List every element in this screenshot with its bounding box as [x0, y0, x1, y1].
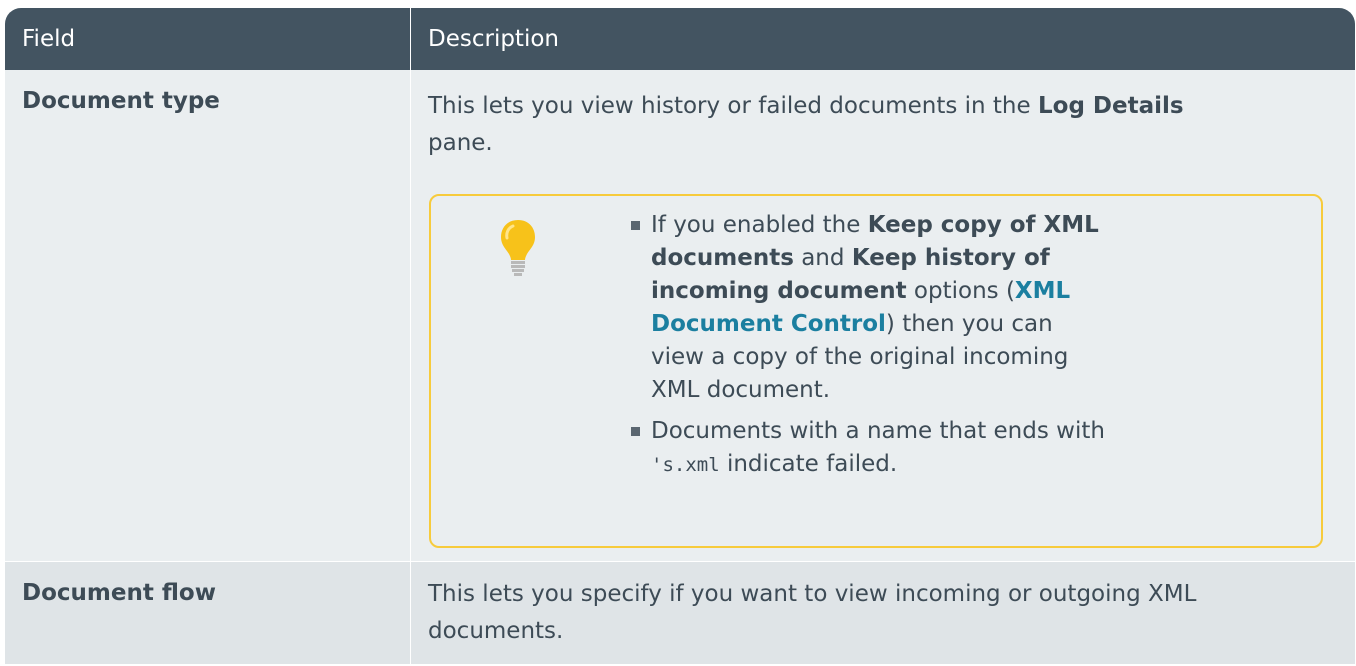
filename-suffix-code: 's.xml: [651, 454, 720, 476]
description-text: This lets you view history or failed doc…: [428, 93, 1038, 119]
tip-text: If you enabled the: [651, 212, 868, 238]
tip-list: If you enabled the Keep copy of XML docu…: [631, 209, 1111, 490]
header-field: Field: [22, 26, 76, 52]
lightbulb-icon: [501, 220, 535, 276]
tip-item: Documents with a name that ends with 's.…: [631, 415, 1111, 482]
description-text-cont: pane.: [428, 130, 493, 156]
bullet-marker: [631, 427, 640, 436]
tip-text: options (: [906, 278, 1015, 304]
header-description: Description: [410, 8, 1355, 70]
tip-text: Documents with a name that ends with: [651, 418, 1105, 444]
tip-callout: If you enabled the Keep copy of XML docu…: [429, 194, 1323, 548]
table-row: Document flow This lets you specify if y…: [5, 561, 1355, 664]
tip-text: indicate failed.: [719, 451, 898, 477]
bullet-marker: [631, 221, 640, 230]
tip-item: If you enabled the Keep copy of XML docu…: [631, 209, 1111, 407]
log-details-label: Log Details: [1037, 93, 1184, 119]
field-name-document-type: Document type: [22, 88, 220, 114]
field-description: This lets you specify if you want to vie…: [410, 562, 1355, 664]
tip-text: and: [793, 245, 852, 271]
fields-table: Field Description Document type This let…: [5, 8, 1355, 664]
table-header-row: Field Description: [5, 8, 1355, 70]
field-name-document-flow: Document flow: [22, 580, 216, 606]
